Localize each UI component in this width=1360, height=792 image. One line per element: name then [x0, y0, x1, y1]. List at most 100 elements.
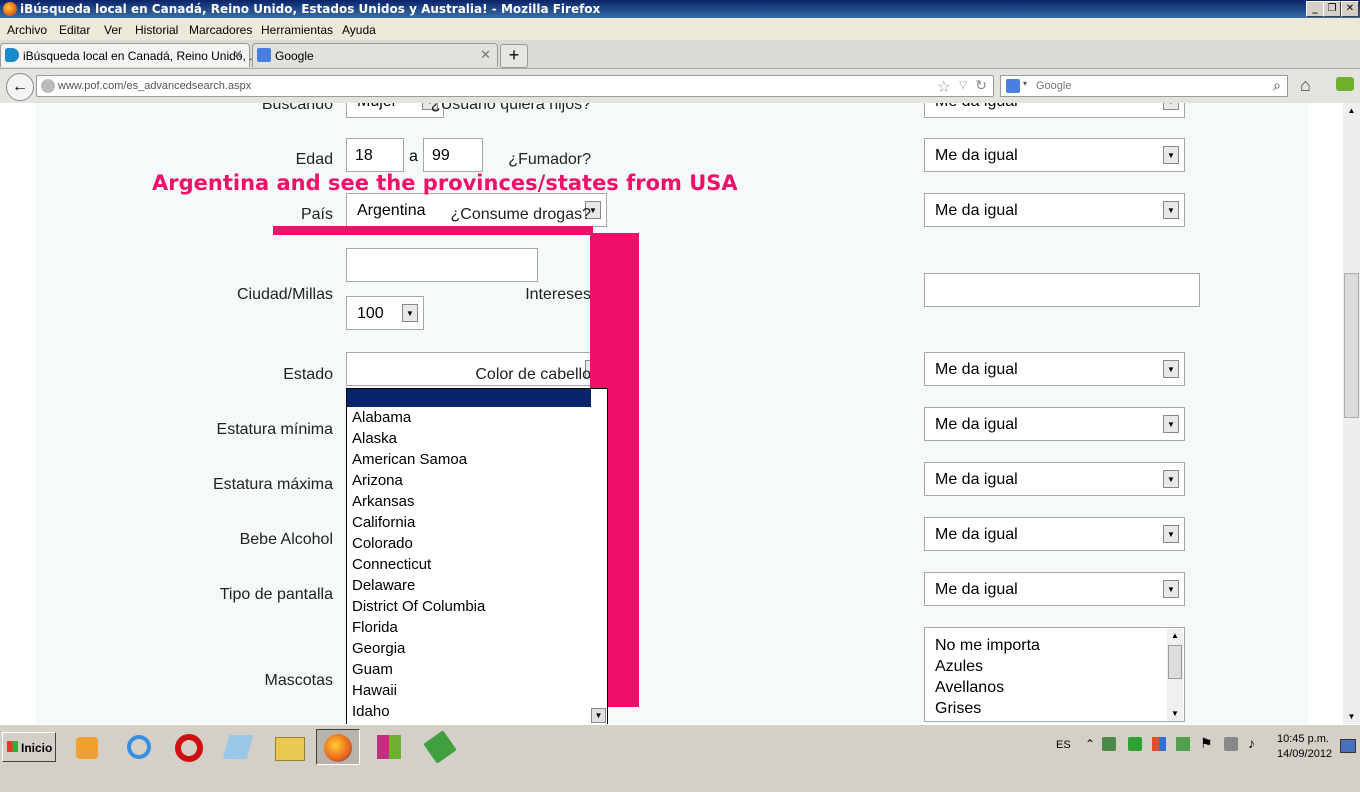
con-hijos-select[interactable]: Me da igual ▼	[924, 462, 1185, 496]
zodiacal-select[interactable]: Me da igual ▼	[924, 572, 1185, 606]
menu-archivo[interactable]: Archivo	[7, 23, 47, 37]
state-option[interactable]: Alabama	[352, 409, 411, 426]
state-option[interactable]: Arkansas	[352, 493, 415, 510]
list-item[interactable]: Avellanos	[935, 679, 1004, 697]
menu-ayuda[interactable]: Ayuda	[342, 23, 376, 37]
opera-icon[interactable]	[167, 729, 211, 765]
url-bar[interactable]: www.pof.com/es_advancedsearch.aspx ☆ ▽ ↻	[36, 75, 994, 97]
chevron-down-icon[interactable]: ▾	[1023, 79, 1027, 88]
home-icon[interactable]: ⌂	[1300, 75, 1311, 96]
quiere-hijos-label: ¿Usuario quiera hijos?	[430, 103, 591, 113]
language-indicator[interactable]: ES	[1056, 739, 1071, 783]
tab-pof-label: iBúsqueda local en Canadá, Reino Unido, …	[23, 49, 260, 63]
list-item[interactable]: Azules	[935, 658, 983, 676]
start-button[interactable]: Inicio	[2, 732, 56, 762]
menu-herramientas[interactable]: Herramientas	[261, 23, 333, 37]
quiere-hijos-select[interactable]: Me da igual ▼	[924, 103, 1185, 118]
chevron-down-icon: ▼	[402, 304, 418, 322]
cabello-label: Color de cabello	[475, 366, 591, 383]
state-option[interactable]: Alaska	[352, 430, 397, 447]
etnico-select[interactable]: Me da igual ▼	[924, 517, 1185, 551]
chevron-down-icon: ▼	[1163, 201, 1179, 219]
state-option[interactable]: Delaware	[352, 577, 415, 594]
drogas-select[interactable]: Me da igual ▼	[924, 193, 1185, 227]
menu-bar: Archivo Editar Ver Historial Marcadores …	[0, 18, 1360, 40]
file-explorer-icon[interactable]	[267, 729, 311, 765]
bookmark-star-icon[interactable]: ☆	[937, 77, 951, 97]
estado-dropdown-list[interactable]: Alabama Alaska American Samoa Arizona Ar…	[346, 388, 608, 725]
internet-explorer-icon[interactable]	[117, 729, 161, 765]
intereses-input[interactable]	[924, 273, 1200, 307]
close-window-button[interactable]: ✕	[1341, 1, 1359, 17]
state-option[interactable]: Georgia	[352, 640, 405, 657]
app-tray-icon[interactable]	[1152, 737, 1166, 751]
media-player-icon[interactable]	[66, 729, 110, 765]
security-icon[interactable]	[1102, 737, 1116, 751]
state-option[interactable]: District Of Columbia	[352, 598, 485, 615]
search-engine-icon[interactable]	[1006, 79, 1020, 93]
network-tray-icon[interactable]	[1176, 737, 1190, 751]
cabello-select[interactable]: Me da igual ▼	[924, 352, 1185, 386]
notepad-icon[interactable]	[216, 729, 260, 765]
reload-icon[interactable]: ↻	[975, 77, 987, 94]
display-icon[interactable]	[1224, 737, 1238, 751]
search-icon[interactable]: ⌕	[1273, 77, 1281, 94]
state-option[interactable]: Hawaii	[352, 682, 397, 699]
search-box[interactable]: ▾ Google ⌕	[1000, 75, 1288, 97]
religion-select[interactable]: Me da igual ▼	[924, 407, 1185, 441]
chevron-down-icon: ▼	[1163, 146, 1179, 164]
scroll-up-icon[interactable]: ▲	[1167, 629, 1183, 643]
arrow-left-icon: ←	[12, 78, 28, 95]
scroll-down-icon[interactable]: ▼	[591, 708, 606, 723]
state-option[interactable]: Arizona	[352, 472, 403, 489]
list-item[interactable]: No me importa	[935, 637, 1040, 655]
app-grid-icon[interactable]	[367, 729, 411, 765]
highlighted-empty-option[interactable]	[347, 389, 591, 407]
page-scrollbar[interactable]: ▲ ▼	[1343, 103, 1360, 724]
menu-ver[interactable]: Ver	[104, 23, 122, 37]
state-option[interactable]: American Samoa	[352, 451, 467, 468]
firefox-taskbar-icon[interactable]	[316, 729, 360, 765]
state-option[interactable]: Guam	[352, 661, 393, 678]
fumador-label: ¿Fumador?	[508, 151, 591, 168]
menu-editar[interactable]: Editar	[59, 23, 90, 37]
state-option[interactable]: California	[352, 514, 415, 531]
fumador-select[interactable]: Me da igual ▼	[924, 138, 1185, 172]
tab-google[interactable]: Google ✕	[252, 43, 498, 67]
close-tab-icon[interactable]: ✕	[480, 47, 491, 63]
flag-icon[interactable]: ⚑	[1200, 735, 1213, 779]
chevron-up-icon[interactable]: ⌃	[1085, 737, 1095, 781]
pen-icon[interactable]	[418, 729, 462, 765]
tab-pof[interactable]: iBúsqueda local en Canadá, Reino Unido, …	[0, 43, 259, 67]
state-option[interactable]: Colorado	[352, 535, 413, 552]
ojos-listbox[interactable]: No me importa Azules Avellanos Grises ▲ …	[924, 627, 1185, 722]
addon-icon[interactable]	[1336, 77, 1354, 91]
minimize-button[interactable]: _	[1306, 1, 1324, 17]
volume-icon[interactable]: ♪	[1248, 735, 1255, 779]
scroll-down-icon[interactable]: ▼	[1344, 709, 1359, 724]
page-scroll-thumb[interactable]	[1344, 273, 1359, 418]
ciudad-input[interactable]	[346, 248, 538, 282]
show-desktop-icon[interactable]	[1340, 739, 1356, 753]
pof-fish-icon	[5, 48, 19, 62]
state-option[interactable]: Connecticut	[352, 556, 431, 573]
sync-icon[interactable]	[1128, 737, 1142, 751]
listbox-scroll-thumb[interactable]	[1168, 645, 1182, 679]
restore-button[interactable]: ❐	[1323, 1, 1341, 17]
scroll-down-icon[interactable]: ▼	[1167, 707, 1183, 721]
state-option[interactable]: Idaho	[352, 703, 390, 720]
tab-google-label: Google	[275, 49, 314, 63]
history-dropdown-icon[interactable]: ▽	[959, 80, 967, 91]
close-tab-icon[interactable]: ✕	[232, 47, 243, 63]
back-button[interactable]: ←	[6, 73, 34, 101]
listbox-scrollbar[interactable]: ▲ ▼	[1167, 629, 1183, 721]
menu-marcadores[interactable]: Marcadores	[189, 23, 252, 37]
state-option[interactable]: Florida	[352, 619, 398, 636]
list-item[interactable]: Grises	[935, 700, 981, 718]
clock-date[interactable]: 14/09/2012	[1277, 748, 1332, 792]
menu-historial[interactable]: Historial	[135, 23, 178, 37]
annotation-text: Argentina and see the provinces/states f…	[152, 171, 738, 195]
intereses-label: Intereses	[525, 286, 591, 303]
scroll-up-icon[interactable]: ▲	[1344, 103, 1359, 118]
new-tab-button[interactable]: +	[500, 44, 528, 68]
